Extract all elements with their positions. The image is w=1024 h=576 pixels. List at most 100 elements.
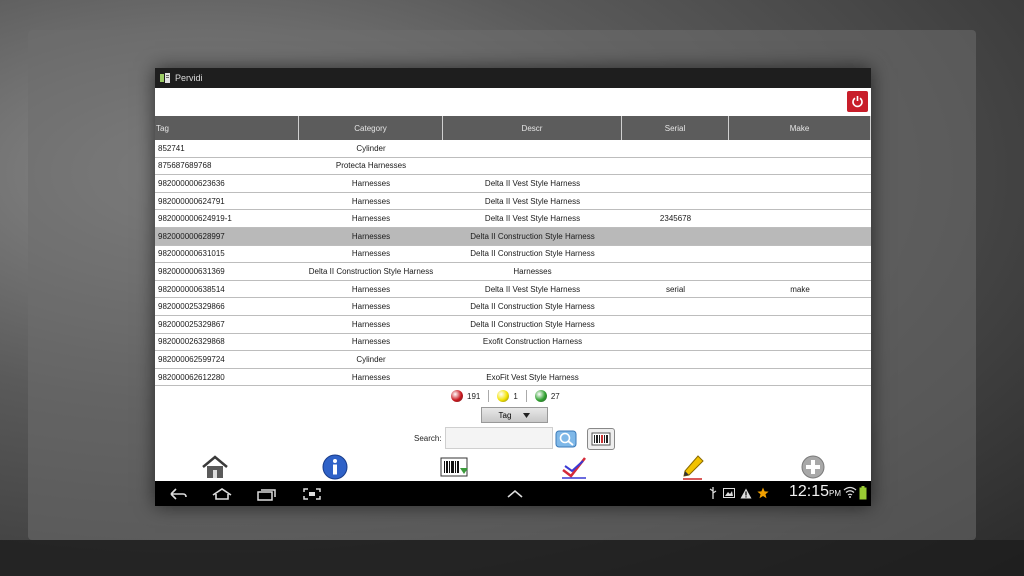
cell-descr: Delta II Construction Style Harness — [470, 302, 595, 312]
home-outline-icon — [212, 487, 232, 500]
search-icon — [555, 430, 577, 448]
status-count[interactable]: 1 — [497, 390, 518, 402]
column-header-category[interactable]: Category — [299, 116, 443, 140]
cell-tag: 875687689768 — [158, 161, 212, 171]
barcode-icon — [440, 457, 468, 477]
cell-category: Delta II Construction Style Harness — [308, 266, 434, 276]
barcode-button[interactable] — [440, 453, 470, 481]
table-row[interactable]: 982000025329867 Harnesses Delta II Constru… — [155, 316, 871, 334]
column-header-make[interactable]: Make — [729, 116, 871, 140]
tablet-screen: Pervidi Tag Category Descr Serial Make 8… — [155, 68, 871, 506]
cell-descr: Delta II Vest Style Harness — [484, 214, 581, 224]
image-icon — [723, 488, 735, 498]
table-row[interactable]: 982000000638514 Harnesses Delta II Vest St… — [155, 281, 871, 299]
screenshot-icon — [303, 487, 321, 500]
table-row[interactable]: 982000000624919-1 Harnesses Delta II Vest … — [155, 210, 871, 228]
expand-button[interactable] — [504, 485, 526, 502]
title-bar: Pervidi — [155, 68, 871, 88]
cell-category: Harnesses — [351, 214, 391, 224]
search-label: Search: — [414, 434, 442, 443]
power-button[interactable] — [847, 91, 868, 112]
bottom-toolbar — [155, 453, 871, 481]
table-row[interactable]: 982000062612280 Harnesses ExoFit Vest Styl… — [155, 369, 871, 387]
cell-serial: 2345678 — [659, 214, 692, 224]
cell-descr: Delta II Construction Style Harness — [470, 319, 595, 329]
search-input[interactable] — [445, 427, 553, 449]
recent-apps-button[interactable] — [256, 485, 278, 502]
chevron-up-icon — [507, 489, 523, 498]
info-button[interactable] — [320, 453, 350, 481]
status-dot-icon — [497, 390, 510, 402]
status-count-value: 1 — [513, 391, 518, 401]
status-count[interactable]: 27 — [534, 390, 560, 402]
screenshot-button[interactable] — [301, 485, 323, 502]
table-row[interactable]: 982000000628997 Harnesses Delta II Constru… — [155, 227, 871, 246]
back-button[interactable] — [167, 485, 189, 502]
table-row[interactable]: 982000026329868 Harnesses Exofit Construct… — [155, 334, 871, 352]
edit-button[interactable] — [678, 453, 708, 481]
battery-icon — [859, 486, 867, 500]
backdrop-bottom-bar — [0, 540, 1024, 576]
cell-descr: Delta II Construction Style Harness — [470, 249, 595, 259]
search-button[interactable] — [553, 425, 581, 451]
wifi-icon — [843, 486, 857, 498]
cell-descr: Exofit Construction Harness — [482, 337, 583, 347]
table-row[interactable]: 982000000631369 Delta II Construction Sty… — [155, 263, 871, 281]
usb-icon — [709, 487, 717, 499]
cell-tag: 982000062612280 — [158, 372, 225, 382]
column-header-serial[interactable]: Serial — [622, 116, 729, 140]
table-body: 852741 Cylinder 875687689768 Protecta Harne… — [155, 140, 871, 387]
table-row[interactable]: 982000000631015 Harnesses Delta II Constru… — [155, 246, 871, 264]
cell-category: Harnesses — [351, 284, 391, 294]
home-nav-button[interactable] — [211, 485, 233, 502]
cell-make: make — [790, 284, 810, 294]
home-icon — [202, 455, 228, 478]
table-row[interactable]: 982000062599724 Cylinder — [155, 351, 871, 369]
cell-tag: 982000000624791 — [158, 196, 225, 206]
table-header: Tag Category Descr Serial Make — [155, 116, 871, 140]
table-row[interactable]: 982000000624791 Harnesses Delta II Vest St… — [155, 193, 871, 211]
cell-tag: 982000025329866 — [158, 302, 225, 312]
info-icon — [322, 454, 348, 480]
power-icon — [852, 96, 863, 108]
table-row[interactable]: 875687689768 Protecta Harnesses — [155, 158, 871, 176]
status-count-value: 191 — [467, 391, 481, 401]
cell-tag: 982000062599724 — [158, 354, 225, 364]
status-dot-icon — [534, 390, 547, 402]
cell-tag: 982000000631369 — [158, 266, 225, 276]
sort-dropdown[interactable]: Tag — [481, 407, 548, 423]
toolbar — [155, 88, 871, 116]
cell-descr: Harnesses — [513, 266, 552, 276]
back-icon — [170, 487, 187, 500]
status-clock: 12:15PM — [789, 483, 841, 501]
status-dot-icon — [451, 390, 463, 402]
home-button[interactable] — [200, 453, 230, 481]
notification-icons — [708, 486, 769, 500]
cell-descr: Delta II Vest Style Harness — [484, 284, 581, 294]
cell-category: Harnesses — [351, 337, 391, 347]
table-row[interactable]: 852741 Cylinder — [155, 140, 871, 158]
cell-tag: 982000000623636 — [158, 178, 225, 188]
cell-category: Cylinder — [356, 143, 386, 153]
sort-dropdown-value: Tag — [498, 410, 512, 420]
add-button[interactable] — [798, 453, 828, 481]
status-count[interactable]: 191 — [451, 390, 480, 402]
scan-button[interactable] — [587, 428, 615, 450]
column-header-tag[interactable]: Tag — [155, 116, 299, 140]
warning-icon — [740, 488, 752, 498]
table-row[interactable]: 982000000623636 Harnesses Delta II Vest St… — [155, 175, 871, 193]
cell-tag: 982000025329867 — [158, 319, 225, 329]
star-icon — [757, 487, 769, 499]
table-row[interactable]: 982000025329866 Harnesses Delta II Constru… — [155, 298, 871, 316]
status-count-value: 27 — [550, 391, 560, 401]
cell-descr: Delta II Vest Style Harness — [484, 196, 581, 206]
cell-category: Harnesses — [351, 372, 391, 382]
cell-descr: Delta II Construction Style Harness — [470, 231, 595, 241]
status-counts: 191 1 27 — [451, 387, 568, 405]
recent-apps-icon — [257, 488, 276, 501]
app-icon — [160, 73, 170, 83]
inspection-button[interactable] — [559, 453, 589, 481]
column-header-descr[interactable]: Descr — [443, 116, 622, 140]
cell-tag: 982000000631015 — [158, 249, 225, 259]
cell-tag: 852741 — [158, 143, 185, 153]
